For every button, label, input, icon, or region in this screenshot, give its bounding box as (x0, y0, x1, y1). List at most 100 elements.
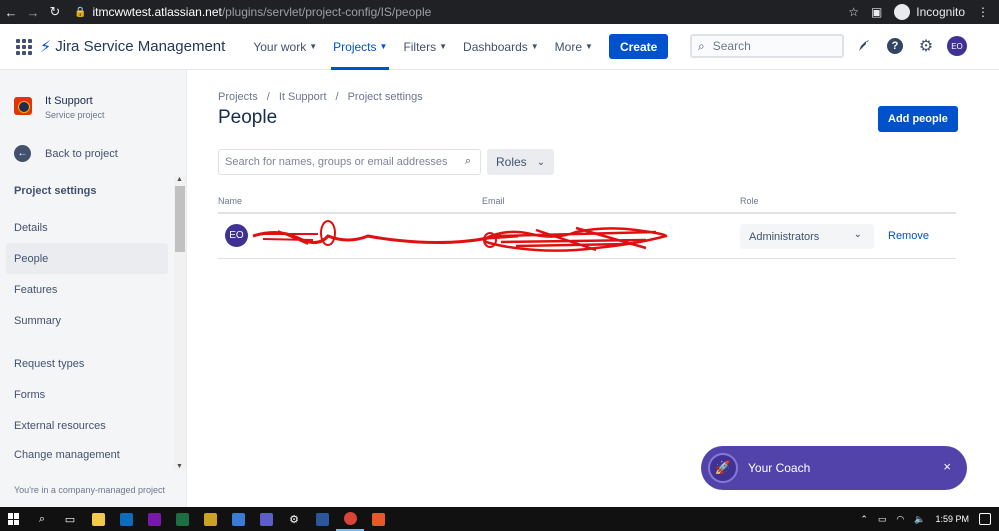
volume-icon[interactable]: 🔈 (914, 514, 925, 525)
settings-gear-icon[interactable]: ⚙ (916, 36, 936, 56)
chevron-down-icon: ▼ (585, 42, 593, 51)
page-title: People (218, 107, 278, 128)
rocket-icon: 🚀 (708, 453, 738, 483)
file-explorer-icon[interactable] (84, 507, 112, 531)
chevron-down-icon: ▼ (530, 42, 539, 51)
scroll-down-arrow-icon[interactable]: ▼ (176, 463, 183, 470)
search-icon: ⌕ (464, 155, 471, 167)
sidebar-item-details[interactable]: Details (6, 212, 168, 243)
word-icon[interactable] (308, 507, 336, 531)
nav-projects[interactable]: Projects ▼ (325, 24, 395, 70)
os-taskbar: ⌕ ▭ ⚙ ⌃ ▭ ◠ 🔈 1:59 PM (0, 507, 999, 531)
chrome-icon[interactable] (336, 507, 364, 531)
arrow-left-icon: ← (14, 145, 31, 162)
project-settings-heading: Project settings (14, 185, 97, 197)
roles-filter-dropdown[interactable]: Roles ⌄ (487, 149, 554, 175)
help-icon[interactable]: ? (885, 36, 905, 56)
product-name: Jira Service Management (55, 38, 226, 55)
user-avatar[interactable]: EO (947, 36, 967, 56)
product-logo[interactable]: ⚡ Jira Service Management (40, 37, 225, 57)
project-logo-icon (14, 97, 32, 115)
clock-time[interactable]: 1:59 PM (935, 514, 969, 524)
people-search-input[interactable]: Search for names, groups or email addres… (218, 149, 481, 175)
search-icon[interactable]: ⌕ (28, 507, 56, 531)
nav-filters[interactable]: Filters ▼ (395, 24, 455, 70)
table-row: EO Administrators ⌄ Remove (218, 214, 956, 259)
sidepanel-icon[interactable]: ▣ (871, 5, 882, 19)
incognito-label: Incognito (916, 5, 965, 19)
browser-menu-icon[interactable]: ⋮ (977, 5, 989, 19)
teams-icon[interactable] (252, 507, 280, 531)
column-header-email: Email (482, 196, 505, 206)
close-icon[interactable]: × (943, 459, 951, 474)
back-arrow-icon[interactable]: ← (0, 5, 22, 20)
incognito-badge[interactable]: Incognito (894, 4, 965, 20)
breadcrumb: Projects / It Support / Project settings (218, 91, 423, 103)
settings-icon[interactable]: ⚙ (280, 507, 308, 531)
scroll-up-arrow-icon[interactable]: ▲ (176, 176, 183, 183)
roles-label: Roles (496, 155, 527, 169)
sidebar-item-people[interactable]: People (6, 243, 168, 274)
onenote-icon[interactable] (140, 507, 168, 531)
notification-center-icon[interactable] (979, 513, 991, 525)
outlook-icon[interactable] (112, 507, 140, 531)
bookmark-star-icon[interactable]: ☆ (848, 5, 859, 19)
notifications-rocket-icon[interactable] (854, 36, 874, 56)
people-search-placeholder: Search for names, groups or email addres… (225, 156, 448, 168)
url-path: /plugins/servlet/project-config/IS/peopl… (221, 5, 432, 19)
forward-arrow-icon[interactable]: → (22, 5, 44, 20)
reload-icon[interactable]: ↻ (44, 4, 66, 20)
your-coach-widget[interactable]: 🚀 Your Coach × (701, 446, 967, 490)
wifi-icon[interactable]: ◠ (896, 514, 904, 525)
search-icon: ⌕ (698, 38, 705, 53)
app-switcher-icon[interactable] (14, 37, 34, 57)
chevron-down-icon: ▼ (309, 42, 318, 51)
chevron-down-icon: ▼ (439, 42, 448, 51)
role-select[interactable]: Administrators ⌄ (740, 224, 874, 249)
breadcrumb-it-support[interactable]: It Support (279, 91, 327, 103)
role-value: Administrators (749, 230, 820, 243)
chevron-down-icon: ⌄ (536, 156, 546, 168)
network-icon[interactable]: ▭ (878, 514, 887, 525)
chevron-down-icon: ⌄ (853, 229, 862, 240)
excel-icon[interactable] (168, 507, 196, 531)
browser-toolbar: ← → ↻ 🔒 itmcwwtest.atlassian.net /plugin… (0, 0, 999, 24)
lightning-bolt-icon: ⚡ (40, 38, 52, 56)
back-to-project-link[interactable]: ← Back to project (14, 145, 118, 162)
photos-icon[interactable] (224, 507, 252, 531)
windows-start-icon[interactable] (0, 507, 28, 531)
add-people-button[interactable]: Add people (878, 106, 958, 132)
sidebar-item-summary[interactable]: Summary (6, 305, 168, 336)
project-name: It Support (45, 95, 93, 107)
nav-dashboards[interactable]: Dashboards ▼ (455, 24, 547, 70)
breadcrumb-project-settings[interactable]: Project settings (348, 91, 423, 103)
scrollbar-thumb[interactable] (175, 186, 185, 252)
company-managed-note: You're in a company-managed project (14, 485, 165, 495)
project-sidebar: It Support Service project ← Back to pro… (0, 70, 187, 507)
notes-app-icon[interactable] (196, 507, 224, 531)
sidebar-item-request-types[interactable]: Request types (6, 348, 168, 379)
sidebar-item-external-resources[interactable]: External resources (6, 410, 168, 441)
remove-person-link[interactable]: Remove (888, 230, 929, 242)
sidebar-scrollbar[interactable]: ▲ ▼ (174, 176, 186, 470)
column-header-role: Role (740, 196, 759, 206)
breadcrumb-projects[interactable]: Projects (218, 91, 258, 103)
address-bar[interactable]: 🔒 itmcwwtest.atlassian.net /plugins/serv… (74, 5, 848, 19)
nav-more[interactable]: More ▼ (547, 24, 601, 70)
sidebar-item-forms[interactable]: Forms (6, 379, 168, 410)
project-header[interactable]: It Support Service project (14, 95, 105, 120)
app-header: ⚡ Jira Service Management Your work ▼ Pro… (0, 24, 999, 70)
tray-chevron-icon[interactable]: ⌃ (860, 514, 868, 525)
create-button[interactable]: Create (608, 34, 669, 59)
app-icon[interactable] (364, 507, 392, 531)
breadcrumb-separator: / (335, 91, 339, 103)
sidebar-item-features[interactable]: Features (6, 274, 168, 305)
breadcrumb-separator: / (266, 91, 270, 103)
lock-icon: 🔒 (74, 6, 87, 18)
global-search-input[interactable]: ⌕ Search (690, 34, 844, 58)
coach-label: Your Coach (748, 461, 811, 475)
sidebar-item-change-management[interactable]: Change management (6, 441, 168, 461)
url-host: itmcwwtest.atlassian.net (92, 5, 222, 19)
nav-your-work[interactable]: Your work ▼ (245, 24, 325, 70)
task-view-icon[interactable]: ▭ (56, 507, 84, 531)
